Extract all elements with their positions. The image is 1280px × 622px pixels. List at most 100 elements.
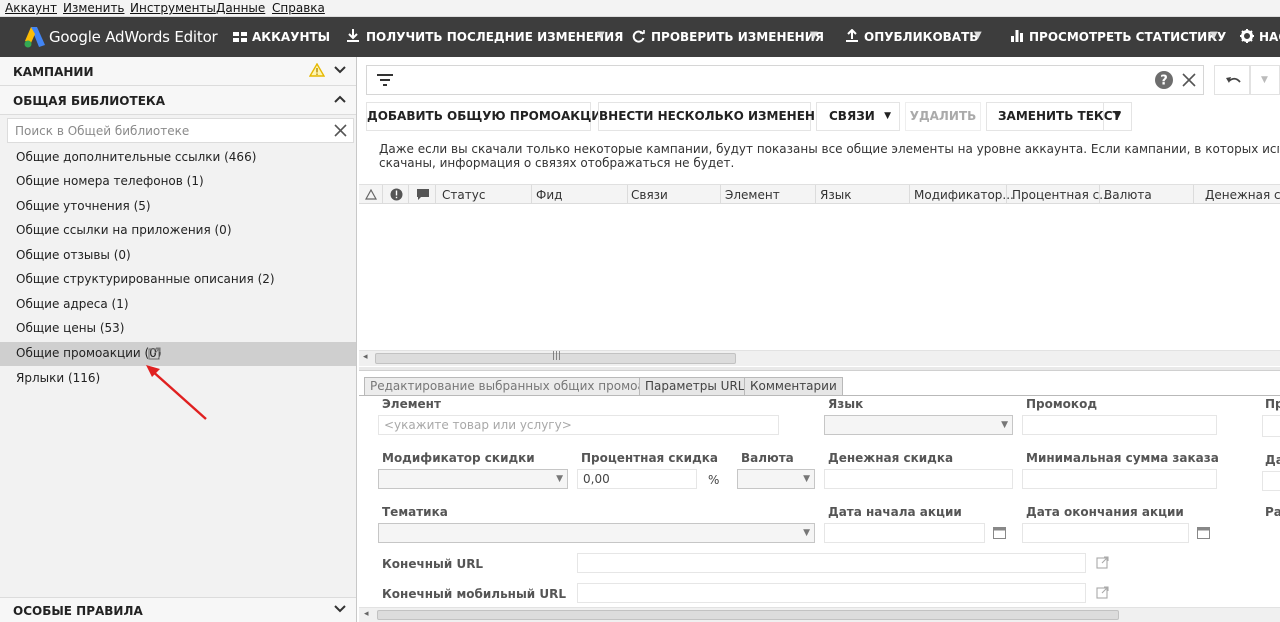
column-header[interactable]: Элемент — [725, 188, 780, 202]
final-url-input[interactable] — [577, 553, 1086, 573]
help-icon[interactable]: ? — [1154, 70, 1174, 90]
open-external-icon[interactable] — [1096, 556, 1109, 569]
scroll-thumb[interactable]: ||| — [375, 351, 736, 364]
shared-library-section-header[interactable]: ОБЩАЯ БИБЛИОТЕКА — [0, 86, 356, 115]
column-header[interactable]: Связи — [631, 188, 668, 202]
multiple-changes-button[interactable]: ВНЕСТИ НЕСКОЛЬКО ИЗМЕНЕНИЙ — [598, 102, 835, 131]
filter-icon[interactable] — [377, 74, 393, 86]
percent-discount-input[interactable]: 0,00 — [577, 469, 697, 489]
button-divider — [1103, 103, 1104, 130]
stats-label: ПРОСМОТРЕТЬ СТАТИСТИКУ — [1029, 30, 1227, 44]
close-icon[interactable] — [1182, 73, 1196, 87]
column-header[interactable]: Статус — [442, 188, 485, 202]
scroll-left-icon[interactable]: ◂ — [363, 352, 368, 362]
percent-sign: % — [708, 473, 720, 487]
list-item[interactable]: Общие дополнительные ссылки (466) — [0, 146, 356, 170]
list-item[interactable]: Общие отзывы (0) — [0, 244, 356, 268]
error-column-icon[interactable] — [390, 188, 403, 201]
comment-column-icon[interactable] — [417, 189, 429, 201]
caret-down-icon[interactable]: ▼ — [810, 30, 818, 41]
warning-column-icon[interactable] — [365, 189, 377, 200]
calendar-icon[interactable] — [993, 526, 1006, 539]
chevron-down-icon: ▼ — [803, 474, 810, 484]
filter-bar[interactable]: ? — [366, 65, 1204, 95]
currency-select[interactable]: ▼ — [737, 469, 815, 489]
grip-icon: ||| — [552, 351, 562, 361]
final-mobile-url-input[interactable] — [577, 583, 1086, 603]
publish-label: ОПУБЛИКОВАТЬ — [864, 30, 979, 44]
library-search-input[interactable] — [8, 119, 326, 142]
list-item[interactable]: Общие цены (53) — [0, 317, 356, 341]
column-separator — [815, 185, 816, 203]
list-item[interactable]: Общие адреса (1) — [0, 293, 356, 317]
list-item[interactable]: Общие структурированные описания (2) — [0, 268, 356, 292]
calendar-icon[interactable] — [1197, 526, 1210, 539]
menu-account[interactable]: Аккаунт — [5, 1, 57, 15]
truncated-input[interactable] — [1262, 471, 1280, 491]
delete-button[interactable]: УДАЛИТЬ — [905, 102, 981, 131]
language-select[interactable]: ▼ — [824, 415, 1013, 435]
caret-down-icon[interactable]: ▼ — [1114, 103, 1121, 130]
links-button[interactable]: СВЯЗИ ▼ — [816, 102, 900, 131]
start-date-input[interactable] — [824, 523, 985, 543]
language-label: Язык — [828, 397, 864, 411]
menu-help[interactable]: Справка — [272, 1, 325, 15]
undo-menu-button[interactable]: ▼ — [1250, 65, 1280, 95]
menu-tools[interactable]: Инструменты — [130, 1, 216, 15]
column-header[interactable]: Язык — [820, 188, 851, 202]
scroll-left-icon[interactable]: ◂ — [364, 609, 369, 619]
theme-select[interactable]: ▼ — [378, 523, 815, 543]
list-item[interactable]: Общие уточнения (5) — [0, 195, 356, 219]
caret-down-icon[interactable]: ▼ — [597, 30, 605, 41]
grid-icon — [233, 32, 247, 42]
grid-header: Статус Фид Связи Элемент Язык Модификато… — [359, 184, 1280, 204]
main-toolbar: Google AdWords Editor АККАУНТЫ ПОЛУЧИТЬ … — [0, 17, 1280, 57]
red-arrow-annotation — [146, 365, 207, 420]
tab-comments[interactable]: Комментарии — [744, 377, 843, 395]
list-item[interactable]: Общие номера телефонов (1) — [0, 170, 356, 194]
list-item[interactable]: Общие ссылки на приложения (0) — [0, 219, 356, 243]
element-input[interactable]: <укажите товар или услугу> — [378, 415, 779, 435]
min-order-input[interactable] — [1022, 469, 1217, 489]
close-icon[interactable] — [333, 123, 348, 138]
promocode-input[interactable] — [1022, 415, 1217, 435]
undo-button[interactable] — [1214, 65, 1250, 95]
column-header[interactable]: Процентная с... — [1012, 188, 1111, 202]
links-label: СВЯЗИ — [829, 109, 875, 123]
special-rules-section-header[interactable]: ОСОБЫЕ ПРАВИЛА — [0, 597, 356, 622]
replace-text-button[interactable]: ЗАМЕНИТЬ ТЕКСТ ▼ — [986, 102, 1132, 131]
tab-url-params[interactable]: Параметры URL — [639, 377, 751, 395]
final-url-label: Конечный URL — [382, 557, 484, 571]
money-discount-input[interactable] — [824, 469, 1013, 489]
menu-data[interactable]: Данные — [216, 1, 265, 15]
min-order-label: Минимальная сумма заказа — [1026, 451, 1219, 465]
column-header[interactable]: Модификатор... — [914, 188, 1014, 202]
editor-horizontal-scrollbar[interactable]: ◂ — [359, 607, 1280, 622]
open-external-icon[interactable] — [1096, 586, 1109, 599]
undo-icon — [1226, 77, 1241, 83]
end-date-label: Дата окончания акции — [1026, 505, 1184, 519]
scroll-thumb[interactable] — [377, 610, 1119, 620]
truncated-input[interactable] — [1262, 415, 1280, 437]
campaigns-section-header[interactable]: КАМПАНИИ — [0, 57, 356, 86]
edit-panel: Элемент <укажите товар или услугу> Язык … — [359, 395, 1280, 622]
tab-edit-promos[interactable]: Редактирование выбранных общих промоакци… — [364, 377, 682, 395]
end-date-input[interactable] — [1022, 523, 1189, 543]
caret-down-icon[interactable]: ▼ — [1210, 30, 1218, 41]
chevron-down-icon: ▼ — [803, 528, 810, 538]
splitter-handle[interactable] — [359, 367, 1280, 371]
chevron-down-icon[interactable] — [334, 604, 346, 614]
add-shared-promo-button[interactable]: ДОБАВИТЬ ОБЩУЮ ПРОМОАКЦИЮ — [366, 102, 615, 131]
discount-modifier-select[interactable]: ▼ — [378, 469, 568, 489]
column-header[interactable]: Валюта — [1104, 188, 1152, 202]
column-header[interactable]: Денежная ск... — [1205, 188, 1280, 202]
menu-edit[interactable]: Изменить — [63, 1, 125, 15]
caret-down-icon[interactable]: ▼ — [974, 30, 982, 41]
library-search — [7, 118, 354, 143]
column-separator — [531, 185, 532, 203]
refresh-icon — [632, 30, 645, 43]
grid-horizontal-scrollbar[interactable]: ◂ ||| — [359, 350, 1280, 366]
chevron-down-icon[interactable] — [334, 65, 346, 75]
column-header[interactable]: Фид — [536, 188, 562, 202]
chevron-up-icon[interactable] — [334, 94, 346, 104]
